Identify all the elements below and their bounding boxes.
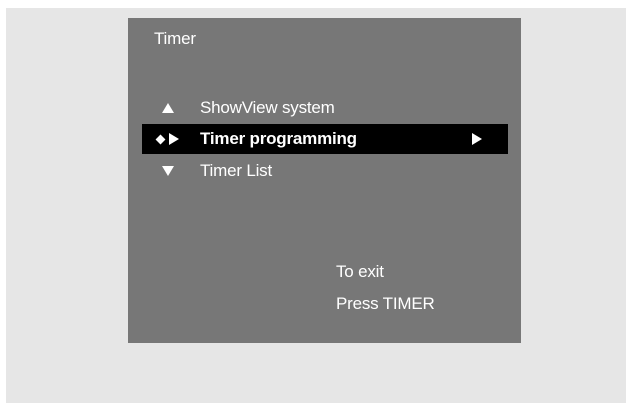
osd-screen: Timer ShowView system Timer programming … xyxy=(128,18,521,343)
menu-item-label: ShowView system xyxy=(200,98,335,117)
menu-item-timer-list[interactable]: Timer List xyxy=(142,156,508,186)
right-triangle-icon xyxy=(472,133,482,145)
up-triangle-icon xyxy=(142,93,194,123)
menu-item-timer-programming[interactable]: Timer programming xyxy=(142,124,508,154)
diamond-right-triangle-icon xyxy=(142,124,194,154)
menu-item-label: Timer programming xyxy=(200,129,357,148)
menu-title: Timer xyxy=(154,29,196,48)
down-triangle-icon xyxy=(142,156,194,186)
outer-frame: Timer ShowView system Timer programming … xyxy=(6,8,626,403)
exit-hint-line2: Press TIMER xyxy=(336,294,435,313)
menu-item-showview-system[interactable]: ShowView system xyxy=(142,93,508,123)
exit-hint-line1: To exit xyxy=(336,262,384,281)
menu-item-label: Timer List xyxy=(200,161,272,180)
